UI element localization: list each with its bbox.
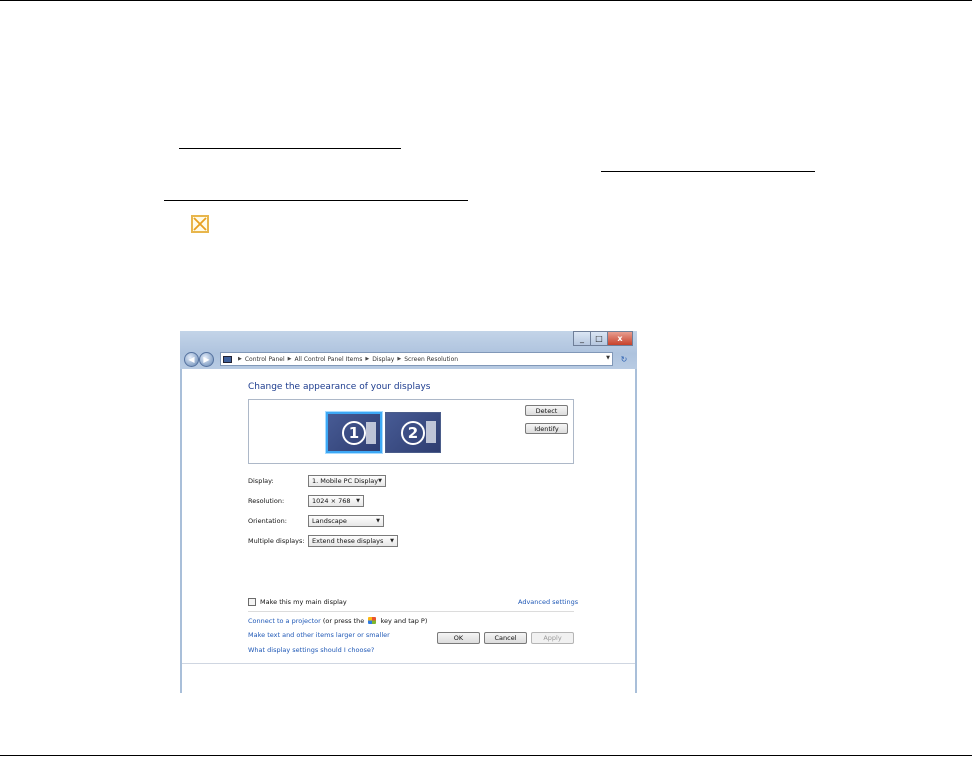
projector-link[interactable]: Connect to a projector xyxy=(248,617,321,625)
refresh-icon[interactable]: ↻ xyxy=(617,352,631,366)
multiple-displays-select[interactable]: Extend these displays ▼ xyxy=(308,535,398,547)
main-display-label: Make this my main display xyxy=(260,598,347,606)
text-size-link[interactable]: Make text and other items larger or smal… xyxy=(248,631,390,639)
multiple-displays-select-value: Extend these displays xyxy=(312,537,384,545)
windows-key-icon xyxy=(368,617,377,624)
footer-divider xyxy=(182,663,635,664)
breadcrumb-chevron-icon: ▶ xyxy=(287,356,292,362)
orientation-select[interactable]: Landscape ▼ xyxy=(308,515,384,527)
resolution-select-value: 1024 × 768 xyxy=(312,497,351,505)
resolution-label: Resolution: xyxy=(248,497,285,505)
display-select-value: 1. Mobile PC Display xyxy=(312,477,379,485)
breadcrumb-all-items[interactable]: All Control Panel Items xyxy=(295,356,363,363)
maximize-button[interactable]: □ xyxy=(590,331,608,346)
breadcrumb-control-panel[interactable]: Control Panel xyxy=(245,356,285,363)
breadcrumb-screen-resolution[interactable]: Screen Resolution xyxy=(404,356,458,363)
monitor-2[interactable]: 2 xyxy=(385,412,441,453)
advanced-settings-link[interactable]: Advanced settings xyxy=(518,598,578,606)
caption-buttons: _ □ x xyxy=(573,331,633,346)
cancel-button[interactable]: Cancel xyxy=(484,632,527,644)
close-icon: x xyxy=(617,334,623,343)
doc-link-underline-3[interactable] xyxy=(164,200,468,201)
broken-image-icon xyxy=(191,215,209,233)
monitor-arrangement: 1 2 Detect Identify xyxy=(248,399,574,464)
projector-hint-end: key and tap P) xyxy=(380,617,428,625)
window-frame-right xyxy=(635,369,637,693)
doc-link-underline-2[interactable] xyxy=(601,171,815,172)
chevron-down-icon: ▼ xyxy=(356,498,360,504)
orientation-select-value: Landscape xyxy=(312,517,347,525)
breadcrumb-display[interactable]: Display xyxy=(372,356,394,363)
screen-resolution-window: _ □ x ◀ ▶ ▶ Control Panel ▶ All Control … xyxy=(180,331,637,693)
resolution-select[interactable]: 1024 × 768 ▼ xyxy=(308,495,364,507)
minimize-button[interactable]: _ xyxy=(573,331,591,346)
chevron-down-icon[interactable]: ▼ xyxy=(606,355,610,361)
chevron-down-icon: ▼ xyxy=(378,478,382,484)
orientation-label: Orientation: xyxy=(248,517,287,525)
breadcrumb-chevron-icon: ▶ xyxy=(238,356,242,362)
page-title: Change the appearance of your displays xyxy=(248,382,431,392)
monitor-1-number: 1 xyxy=(342,420,366,445)
address-bar[interactable]: ▶ Control Panel ▶ All Control Panel Item… xyxy=(220,352,613,366)
display-icon xyxy=(223,355,232,363)
main-display-checkbox[interactable] xyxy=(248,598,256,606)
page-bottom-rule xyxy=(0,755,972,756)
minimize-icon: _ xyxy=(580,334,584,343)
monitor-2-window-decoration xyxy=(426,421,436,443)
maximize-icon: □ xyxy=(595,334,603,343)
monitor-1[interactable]: 1 xyxy=(326,412,382,453)
breadcrumb-chevron-icon: ▶ xyxy=(397,356,402,362)
projector-line: Connect to a projector (or press the key… xyxy=(248,617,427,625)
apply-button[interactable]: Apply xyxy=(531,632,574,644)
page-top-rule xyxy=(0,0,972,1)
chevron-down-icon: ▼ xyxy=(390,538,394,544)
breadcrumb-chevron-icon: ▶ xyxy=(365,356,370,362)
back-button[interactable]: ◀ xyxy=(184,352,199,367)
monitor-1-window-decoration xyxy=(366,422,376,444)
close-button[interactable]: x xyxy=(607,331,633,346)
chevron-down-icon: ▼ xyxy=(376,518,380,524)
display-label: Display: xyxy=(248,477,274,485)
back-arrow-icon: ◀ xyxy=(188,355,195,364)
identify-button[interactable]: Identify xyxy=(525,423,568,434)
display-help-link[interactable]: What display settings should I choose? xyxy=(248,646,374,654)
projector-hint-start: (or press the xyxy=(322,617,365,625)
ok-button[interactable]: OK xyxy=(437,632,480,644)
multiple-displays-label: Multiple displays: xyxy=(248,537,305,545)
detect-button[interactable]: Detect xyxy=(525,405,568,416)
forward-arrow-icon: ▶ xyxy=(203,355,210,364)
display-select[interactable]: 1. Mobile PC Display ▼ xyxy=(308,475,386,487)
content-area: Change the appearance of your displays 1… xyxy=(182,369,635,693)
divider xyxy=(248,611,574,612)
doc-link-underline-1[interactable] xyxy=(179,148,401,149)
forward-button[interactable]: ▶ xyxy=(199,352,214,367)
monitor-2-number: 2 xyxy=(401,420,425,445)
